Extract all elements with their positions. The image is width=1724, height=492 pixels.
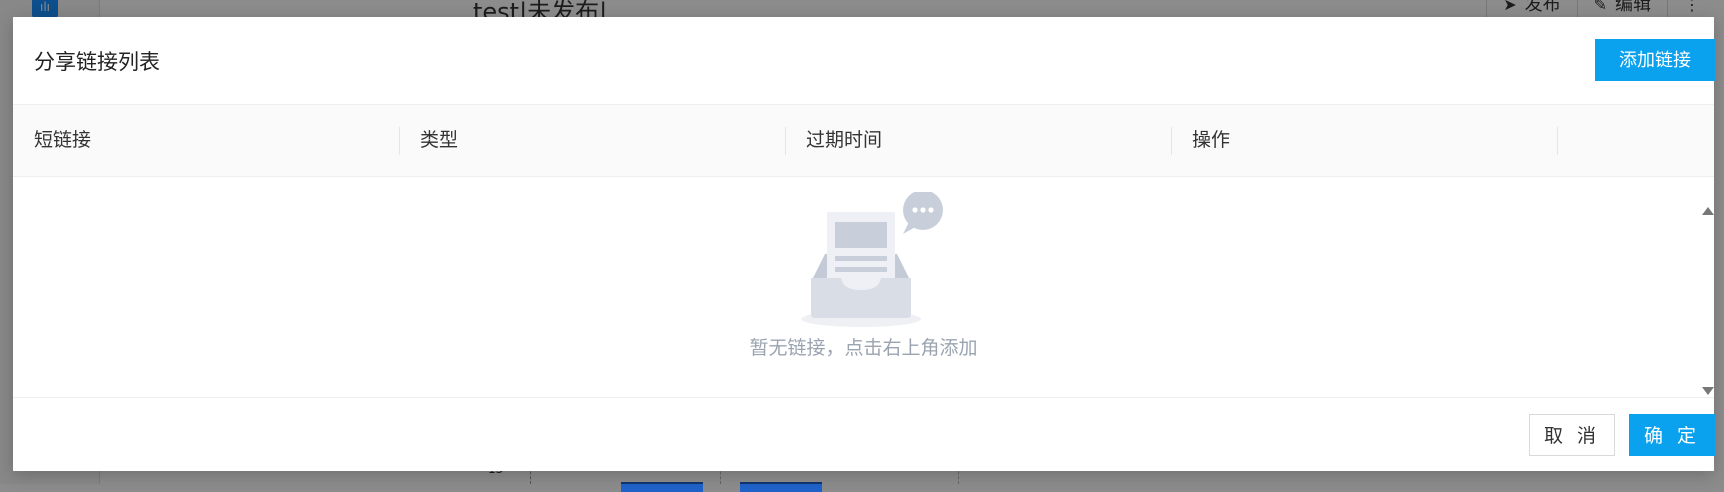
column-actions: 操作: [1192, 129, 1231, 151]
cancel-button[interactable]: 取 消: [1529, 414, 1615, 456]
dialog-title: 分享链接列表: [34, 50, 160, 74]
column-type: 类型: [420, 129, 459, 151]
column-divider: [1557, 127, 1558, 155]
empty-state-text: 暂无链接，点击右上角添加: [749, 337, 978, 359]
share-link-table: 短链接 类型 过期时间 操作 暂无链接，点击右上角添加: [13, 104, 1714, 397]
confirm-button[interactable]: 确 定: [1629, 414, 1715, 456]
empty-state: 暂无链接，点击右上角添加: [13, 176, 1714, 397]
add-link-button[interactable]: 添加链接: [1595, 39, 1715, 81]
column-short-link: 短链接: [34, 129, 92, 151]
empty-inbox-icon: [801, 192, 943, 327]
table-header: 短链接 类型 过期时间 操作: [13, 105, 1714, 177]
share-link-dialog: 分享链接列表 添加链接 短链接 类型 过期时间 操作 暂无链接，点击右上角添加 …: [13, 17, 1715, 472]
dialog-footer: 取 消 确 定: [13, 397, 1715, 472]
dialog-header: 分享链接列表 添加链接: [13, 17, 1715, 104]
column-expire-time: 过期时间: [806, 129, 883, 151]
